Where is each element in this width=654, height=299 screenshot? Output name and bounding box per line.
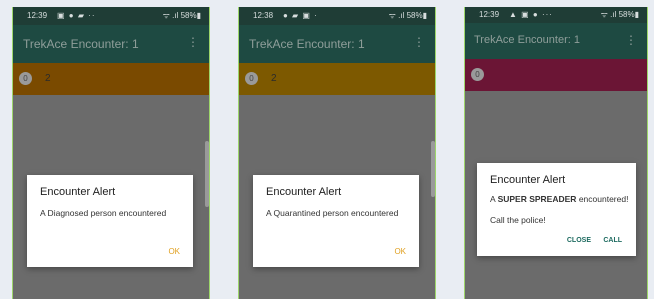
status-time: 12:39 <box>479 10 500 19</box>
battery-label: 58%▮ <box>618 10 639 19</box>
encounter-alert-dialog: Encounter Alert A SUPER SPREADER encount… <box>477 163 636 256</box>
phone-screen-3: 12:39 ▲ ▣ ● ··· ᯤ .ıl 58%▮ TrekAce Encou… <box>464 7 648 299</box>
encounter-alert-dialog: Encounter Alert A Quarantined person enc… <box>253 175 419 267</box>
wifi-icon: ᯤ <box>388 11 396 20</box>
dialog-message-highlight: SUPER SPREADER <box>497 194 577 204</box>
status-bar: 12:38 ● ▰ ▣ · ᯤ .ıl 58%▮ <box>239 7 435 25</box>
notification-icons: ▲ ▣ ● ··· <box>509 10 553 19</box>
scrollbar[interactable] <box>205 141 209 207</box>
dialog-message: A SUPER SPREADER encountered! <box>490 194 628 204</box>
wifi-icon: ᯤ <box>600 10 608 19</box>
signal-icon: .ıl <box>172 11 179 20</box>
close-button[interactable]: CLOSE <box>567 237 591 244</box>
overflow-menu-icon[interactable]: ⋮ <box>413 35 425 49</box>
dialog-message: A Quarantined person encountered <box>266 208 399 218</box>
battery-indicator: ᯤ .ıl 58%▮ <box>601 7 639 23</box>
dialog-message-suffix: encountered! <box>576 194 629 204</box>
notification-icons: ● ▰ ▣ · <box>283 11 318 20</box>
status-bar: 12:39 ▣ ● ▰ ·· ᯤ .ıl 58%▮ <box>13 7 209 25</box>
battery-label: 58%▮ <box>406 11 427 20</box>
scrollbar[interactable] <box>431 141 435 197</box>
battery-label: 58%▮ <box>180 11 201 20</box>
app-title: TrekAce Encounter: 1 <box>23 37 139 51</box>
app-bar: TrekAce Encounter: 1 ⋮ <box>239 25 435 63</box>
app-title: TrekAce Encounter: 1 <box>249 37 365 51</box>
signal-icon: .ıl <box>610 10 617 19</box>
phone-screen-2: 12:38 ● ▰ ▣ · ᯤ .ıl 58%▮ TrekAce Encount… <box>238 7 436 299</box>
dialog-message: A Diagnosed person encountered <box>40 208 167 218</box>
banner-status-icon: 0 <box>19 72 32 85</box>
ok-button[interactable]: OK <box>394 247 406 256</box>
status-time: 12:38 <box>253 11 274 20</box>
encounter-banner[interactable]: 0 <box>465 59 647 91</box>
encounter-alert-dialog: Encounter Alert A Diagnosed person encou… <box>27 175 193 267</box>
app-bar: TrekAce Encounter: 1 ⋮ <box>13 25 209 63</box>
dialog-title: Encounter Alert <box>266 186 342 198</box>
dialog-message-prefix: A <box>490 194 498 204</box>
banner-count: 2 <box>45 73 51 84</box>
encounter-banner[interactable]: 0 2 <box>13 63 209 95</box>
app-bar: TrekAce Encounter: 1 ⋮ <box>465 23 647 59</box>
signal-icon: .ıl <box>398 11 405 20</box>
app-title: TrekAce Encounter: 1 <box>474 34 580 46</box>
battery-indicator: ᯤ .ıl 58%▮ <box>163 7 201 25</box>
wifi-icon: ᯤ <box>162 11 170 20</box>
dialog-title: Encounter Alert <box>490 174 566 186</box>
overflow-menu-icon[interactable]: ⋮ <box>187 35 199 49</box>
encounter-banner[interactable]: 0 2 <box>239 63 435 95</box>
dialog-instruction: Call the police! <box>490 215 546 225</box>
battery-indicator: ᯤ .ıl 58%▮ <box>389 7 427 25</box>
dialog-title: Encounter Alert <box>40 186 116 198</box>
banner-status-icon: 0 <box>245 72 258 85</box>
banner-status-icon: 0 <box>471 68 484 81</box>
ok-button[interactable]: OK <box>168 247 180 256</box>
status-time: 12:39 <box>27 11 48 20</box>
status-bar: 12:39 ▲ ▣ ● ··· ᯤ .ıl 58%▮ <box>465 7 647 23</box>
overflow-menu-icon[interactable]: ⋮ <box>625 33 637 47</box>
call-button[interactable]: CALL <box>603 237 622 244</box>
banner-count: 2 <box>271 73 277 84</box>
notification-icons: ▣ ● ▰ ·· <box>57 11 96 20</box>
phone-screen-1: 12:39 ▣ ● ▰ ·· ᯤ .ıl 58%▮ TrekAce Encoun… <box>12 7 210 299</box>
